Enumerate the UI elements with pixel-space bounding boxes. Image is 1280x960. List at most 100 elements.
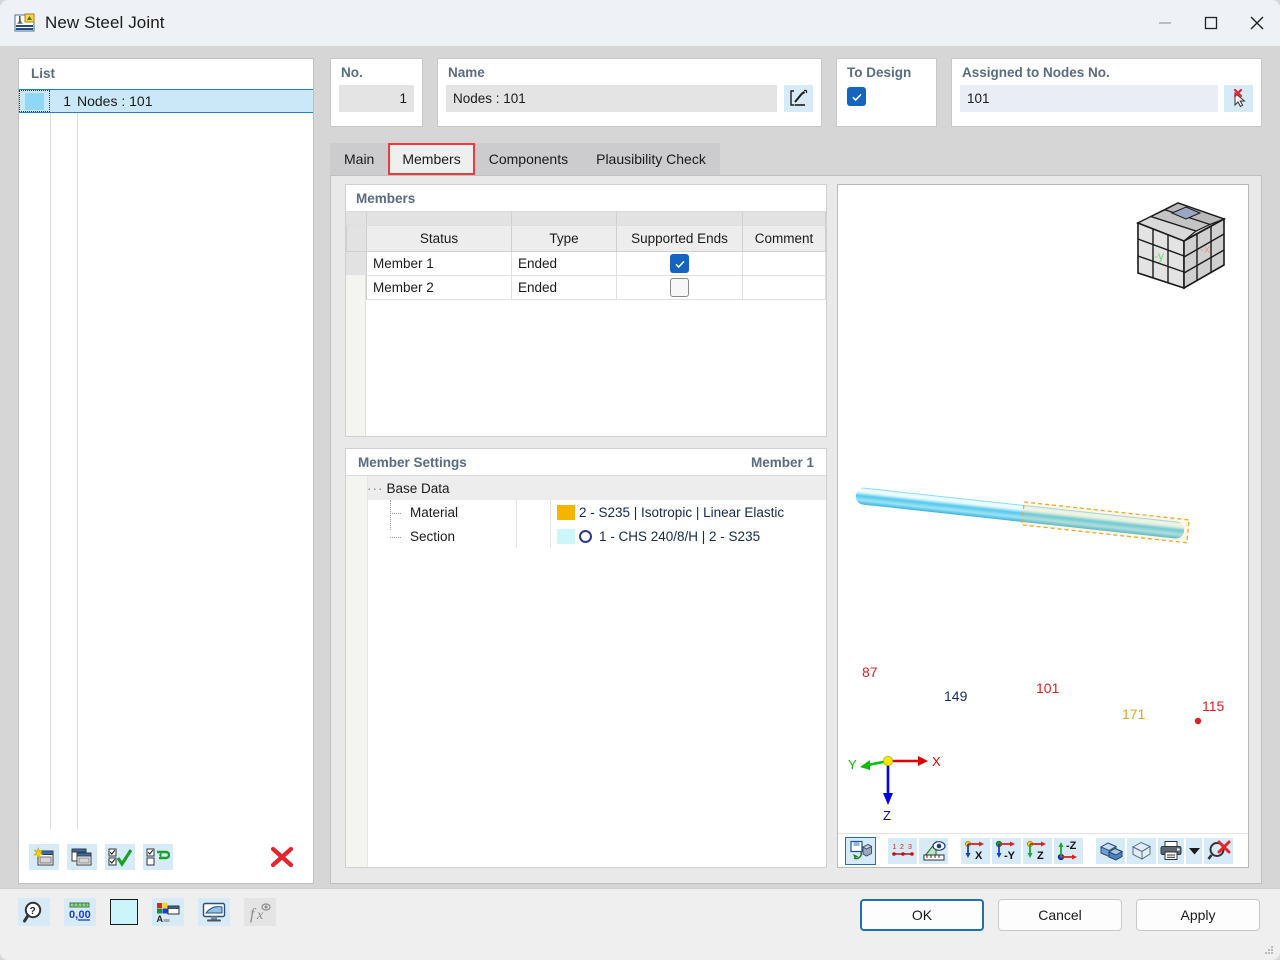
list-header: List	[19, 59, 313, 85]
name-label: Name	[448, 65, 485, 80]
numbering-123-icon[interactable]: 1 2 3	[888, 837, 917, 864]
magnifier-red-x-icon[interactable]	[1204, 837, 1233, 864]
svg-text:-Y: -Y	[1004, 850, 1016, 861]
svg-text:A: A	[157, 914, 164, 923]
number-panel: No. 1	[330, 58, 423, 127]
ok-button[interactable]: OK	[860, 899, 984, 931]
filter-cell	[366, 212, 512, 226]
cell-type[interactable]: Ended	[511, 251, 617, 276]
cancel-button[interactable]: Cancel	[998, 899, 1122, 931]
to-design-panel: To Design	[836, 58, 937, 127]
tree-connector-line	[390, 513, 401, 514]
decimal-0-00-icon[interactable]: 0, 00	[64, 898, 96, 926]
cell-status[interactable]: Member 1	[366, 251, 512, 276]
section-value[interactable]: 1 - CHS 240/8/H | 2 - S235	[599, 529, 760, 544]
svg-text:Z: Z	[1037, 850, 1044, 861]
model-viewport[interactable]: -y -x 87 149 101 171 115 X Y Z 1 2 3 X -…	[837, 184, 1249, 868]
cell-status[interactable]: Member 2	[366, 275, 512, 300]
tab-components[interactable]: Components	[474, 143, 583, 175]
column-header-comment[interactable]: Comment	[742, 225, 826, 252]
column-header-supported-ends[interactable]: Supported Ends	[616, 225, 743, 252]
axis-label-z: Z	[883, 808, 891, 823]
name-value[interactable]: Nodes : 101	[446, 85, 777, 112]
axis-x-icon[interactable]: X	[961, 837, 990, 864]
select-all-button[interactable]	[105, 844, 135, 870]
table-row[interactable]: Member 1 Ended	[346, 251, 826, 276]
tree-group-base-data[interactable]: − ··· Base Data	[346, 476, 826, 500]
model-label: 149	[944, 688, 968, 704]
tab-members[interactable]: Members	[388, 143, 475, 175]
members-table-header-row: Status Type Supported Ends Comment	[346, 225, 826, 252]
list-table: 1 Nodes : 101	[19, 89, 313, 829]
tree-row-material[interactable]: Material 2 - S235 | Isotropic | Linear E…	[346, 500, 826, 524]
filter-cell	[346, 212, 367, 226]
wireframe-cube-icon[interactable]	[1127, 837, 1156, 864]
fx-icon: f x	[244, 898, 276, 926]
model-label: 115	[1202, 698, 1225, 714]
minimize-button[interactable]	[1142, 0, 1188, 46]
node-marker	[1194, 717, 1202, 725]
close-button[interactable]	[1234, 0, 1280, 46]
axis-neg-y-icon[interactable]: -Y	[992, 837, 1021, 864]
color-palette-icon[interactable]: A	[152, 898, 184, 926]
cyan-swatch-icon[interactable]	[110, 899, 138, 925]
tab-content-members: Members Status Type Supported Ends Comme…	[330, 175, 1262, 884]
list-item[interactable]: 1 Nodes : 101	[19, 89, 313, 113]
list-grid-line	[77, 113, 78, 829]
dialog-footer: ? 0, 00 A f x OK Cancel Apply	[0, 888, 1280, 960]
list-label: List	[31, 66, 56, 81]
assigned-nodes-value[interactable]: 101	[960, 85, 1218, 112]
cell-supported-ends[interactable]	[616, 275, 743, 300]
cell-supported-ends[interactable]	[616, 251, 743, 276]
tab-plausibility-check[interactable]: Plausibility Check	[582, 143, 720, 175]
member-settings-title: Member Settings	[358, 454, 467, 470]
list-item-number: 1	[63, 93, 71, 109]
to-design-label: To Design	[847, 65, 912, 80]
cursor-deselect-icon[interactable]	[1224, 85, 1253, 112]
tree-group-label: Base Data	[386, 480, 450, 496]
render-toggle-icon[interactable]	[845, 836, 876, 865]
model-canvas[interactable]: -y -x 87 149 101 171 115 X Y Z	[838, 185, 1248, 833]
svg-text:f: f	[250, 906, 257, 923]
invert-selection-button[interactable]	[143, 844, 173, 870]
cell-comment[interactable]	[742, 275, 826, 300]
tab-main[interactable]: Main	[330, 143, 389, 175]
column-header-type[interactable]: Type	[511, 225, 617, 252]
supported-ends-checkbox[interactable]	[670, 278, 689, 297]
viewport-toolbar: 1 2 3 X -Y Z -Z	[838, 833, 1248, 867]
material-value[interactable]: 2 - S235 | Isotropic | Linear Elastic	[579, 505, 784, 520]
delete-item-button[interactable]	[267, 844, 297, 870]
ruler-eye-icon[interactable]	[919, 837, 948, 864]
footer-buttons: OK Cancel Apply	[860, 899, 1260, 931]
printer-icon[interactable]	[1158, 837, 1184, 864]
cell-comment[interactable]	[742, 251, 826, 276]
number-value: 1	[339, 85, 414, 112]
svg-text:00: 00	[79, 909, 91, 921]
table-row[interactable]: Member 2 Ended	[346, 275, 826, 300]
member-settings-header: Member Settings Member 1	[346, 449, 826, 476]
column-header-status[interactable]: Status	[366, 225, 512, 252]
new-item-button[interactable]	[29, 844, 59, 870]
tree-row-label: Section	[410, 528, 456, 544]
tree-row-section[interactable]: Section 1 - CHS 240/8/H | 2 - S235	[346, 524, 826, 548]
list-item-color-cell[interactable]	[19, 90, 50, 112]
model-label: 101	[1036, 680, 1060, 696]
chevron-down-icon[interactable]	[1186, 837, 1202, 864]
filter-cell	[511, 212, 617, 226]
cell-type[interactable]: Ended	[511, 275, 617, 300]
solid-blocks-icon[interactable]	[1096, 837, 1125, 864]
copy-item-button[interactable]	[67, 844, 97, 870]
svg-text:?: ?	[30, 906, 36, 917]
supported-ends-checkbox[interactable]	[670, 254, 689, 273]
help-magnifier-icon[interactable]: ?	[18, 898, 50, 926]
resize-grip[interactable]	[1263, 944, 1275, 956]
apply-button[interactable]: Apply	[1136, 899, 1260, 931]
axis-z-icon[interactable]: Z	[1023, 837, 1052, 864]
to-design-checkbox[interactable]	[847, 87, 866, 106]
axis-triad: X Y Z	[848, 754, 941, 823]
monitor-icon[interactable]	[198, 898, 230, 926]
maximize-button[interactable]	[1188, 0, 1234, 46]
axis-neg-z-icon[interactable]: -Z	[1054, 837, 1083, 864]
edit-pencil-icon[interactable]	[784, 85, 813, 112]
row-index-cell	[346, 251, 367, 276]
